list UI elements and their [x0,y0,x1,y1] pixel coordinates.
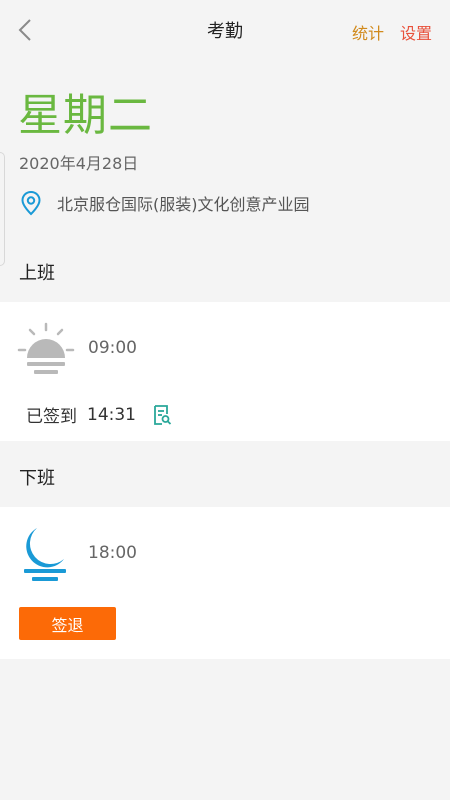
on-duty-time: 09:00 [88,338,137,358]
top-bar: 考勤 统计 设置 [0,0,450,60]
checkin-status-row: 已签到 14:31 [26,402,172,427]
weekday-label: 星期二 [18,90,153,141]
chevron-left-icon [18,19,31,41]
checkin-status-label: 已签到 [26,407,77,427]
date-label: 2020年4月28日 [19,154,139,173]
location-pin-icon [20,190,42,216]
sunrise-icon [17,322,75,374]
signout-button[interactable]: 签退 [19,607,116,640]
location-row: 北京服仓国际(服装)文化创意产业园 [20,190,310,216]
moon-icon [24,528,66,581]
location-text: 北京服仓国际(服装)文化创意产业园 [57,195,310,214]
on-duty-card: 09:00 已签到 14:31 [0,302,450,441]
checkin-record-icon[interactable] [152,404,172,426]
on-duty-section-label: 上班 [19,263,55,284]
settings-button[interactable]: 设置 [400,20,432,44]
off-duty-section-label: 下班 [19,468,55,489]
back-button[interactable] [10,15,40,45]
side-drawer-handle[interactable] [0,152,5,266]
off-duty-card: 18:00 签退 [0,507,450,659]
checkin-time: 14:31 [87,404,136,425]
off-duty-time: 18:00 [88,543,137,563]
stats-button[interactable]: 统计 [352,20,384,44]
